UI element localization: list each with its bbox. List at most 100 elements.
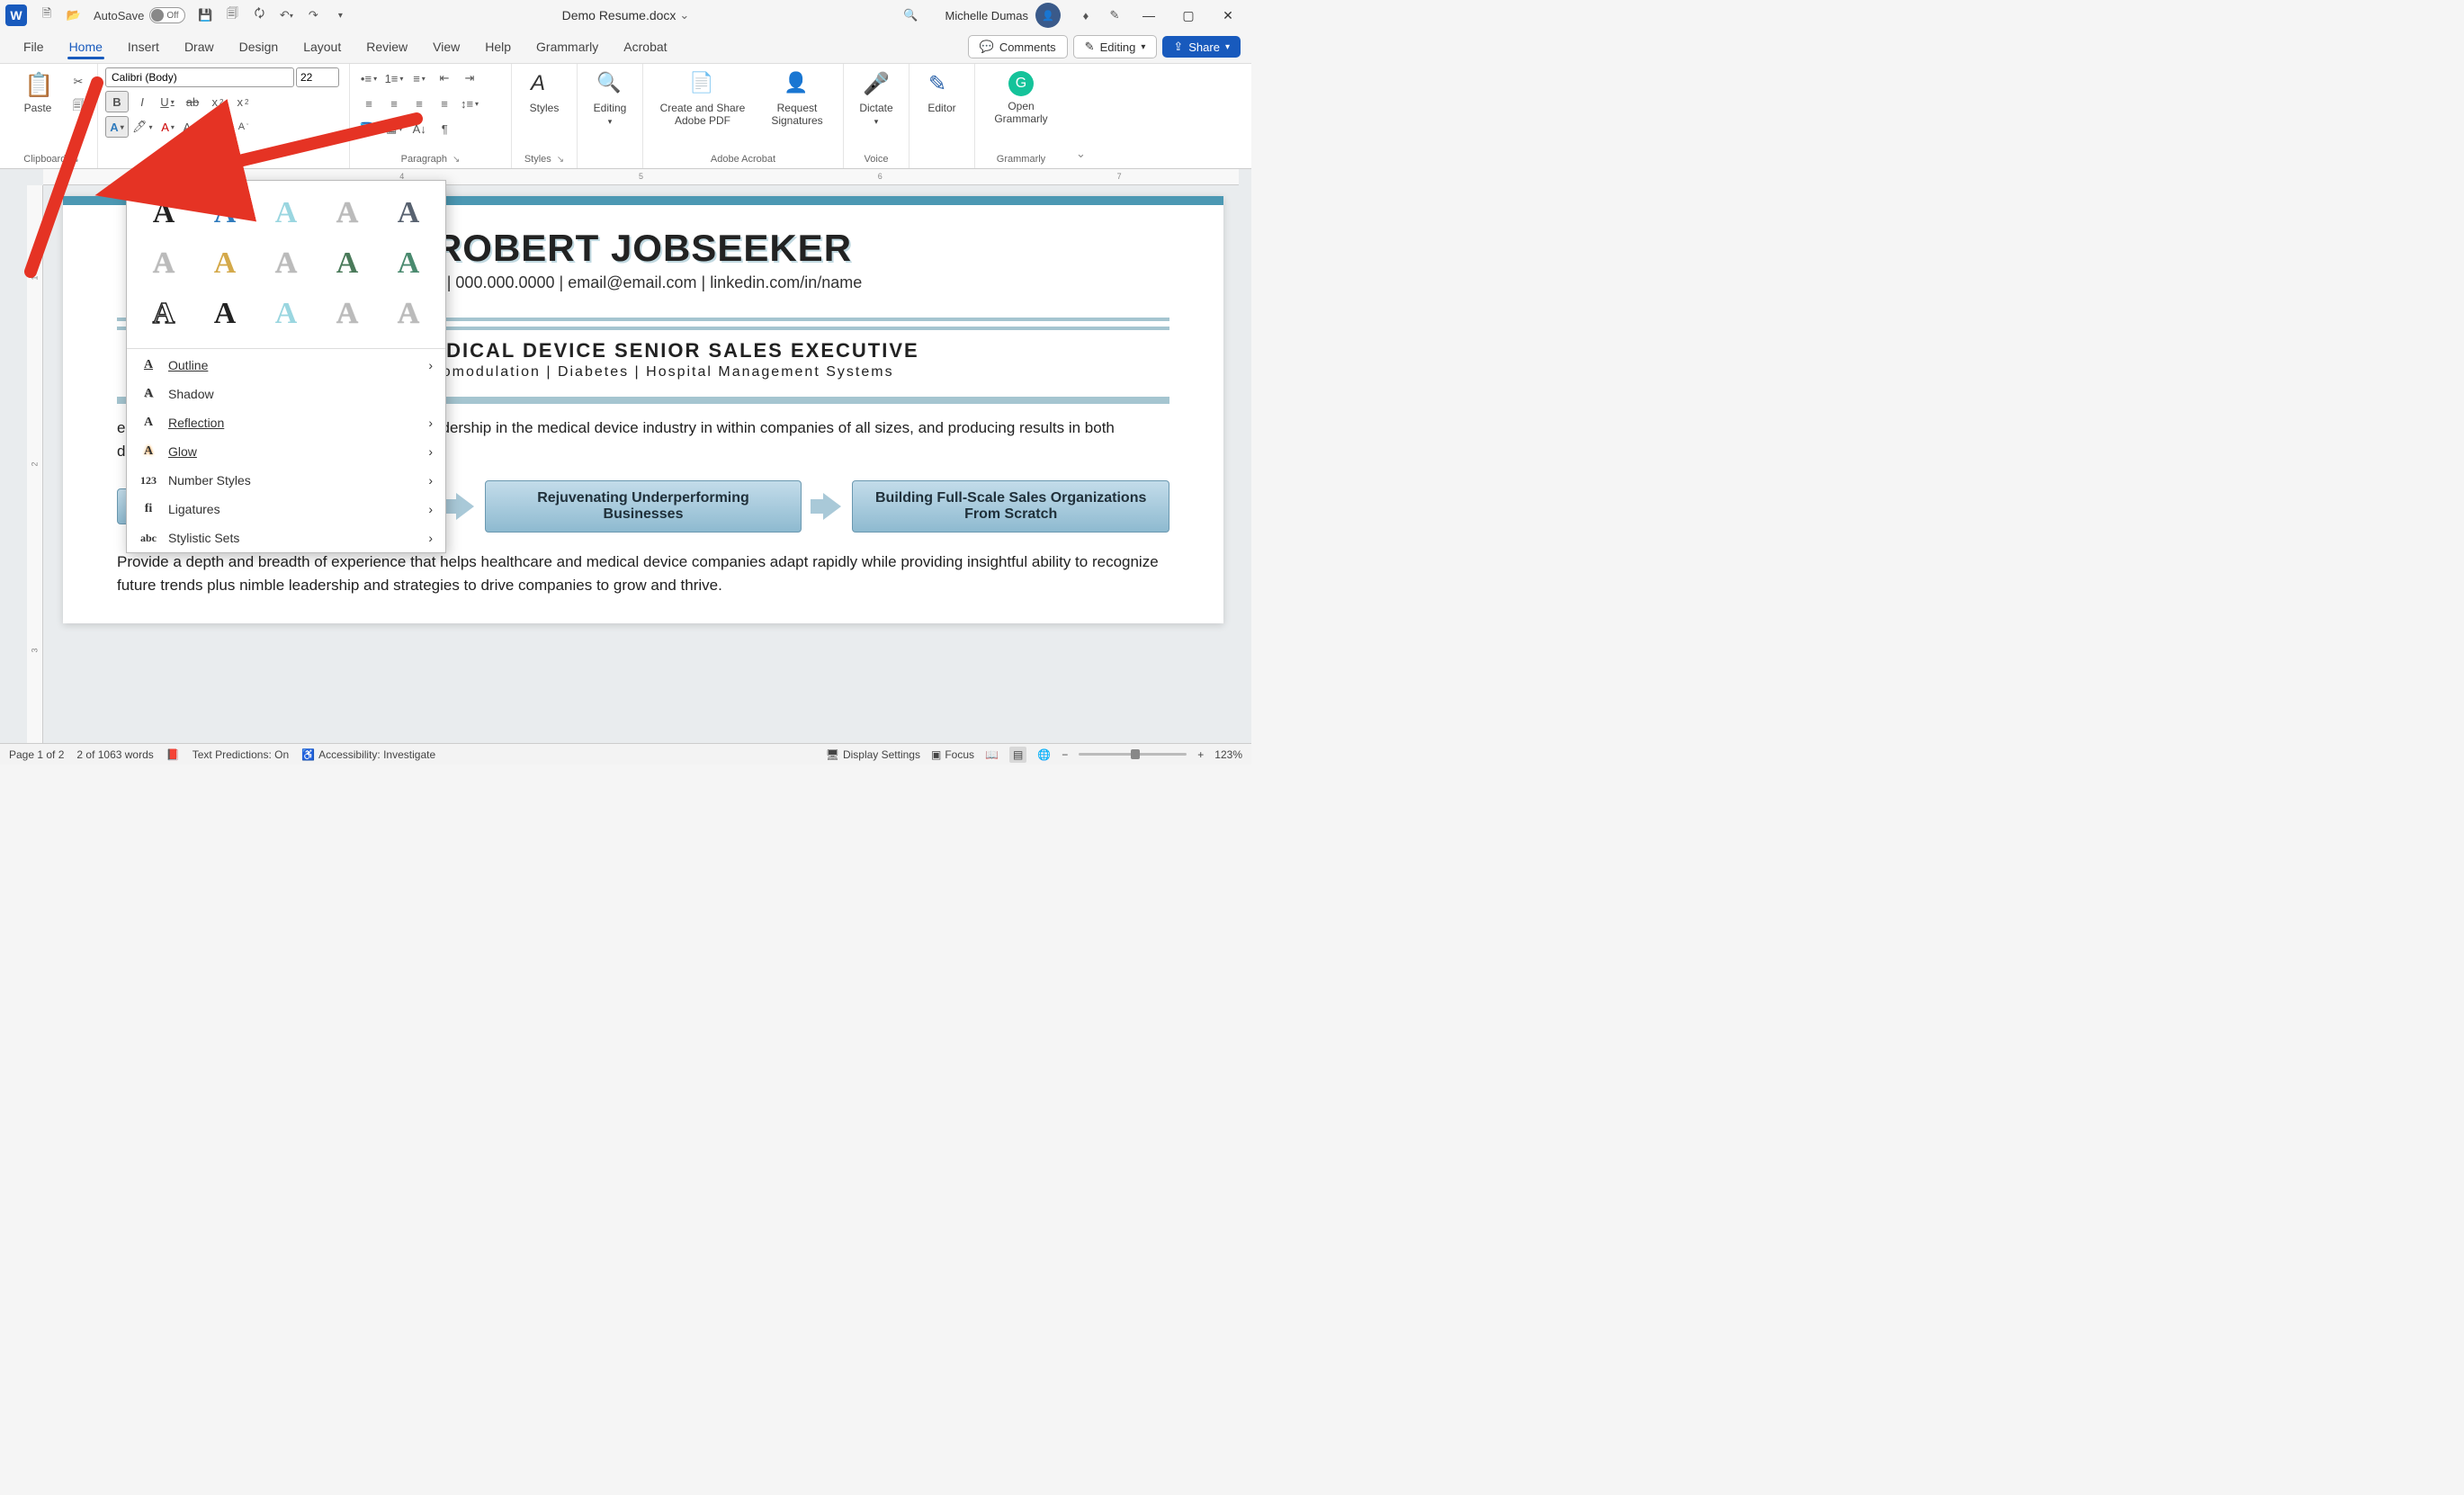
zoom-level[interactable]: 123%	[1214, 748, 1242, 761]
clipboard-dialog-launcher[interactable]: ↘	[71, 155, 78, 165]
maximize-button[interactable]: ▢	[1170, 1, 1206, 30]
request-signatures-button[interactable]: 👤 Request Signatures	[758, 67, 836, 130]
text-effect-preset[interactable]: A	[380, 190, 437, 237]
autosave-toggle[interactable]: AutoSave Off	[94, 7, 185, 23]
web-layout-view[interactable]: 🌐	[1037, 748, 1051, 761]
zoom-slider[interactable]	[1079, 753, 1187, 756]
subscript-button[interactable]: x2	[206, 91, 229, 112]
strikethrough-button[interactable]: ab	[181, 91, 204, 112]
print-layout-view[interactable]: ▤	[1009, 747, 1026, 763]
shading-button[interactable]: 🪣▾	[357, 118, 381, 139]
text-effect-preset[interactable]: A	[196, 190, 254, 237]
text-effect-preset[interactable]: A	[318, 291, 376, 337]
change-case-button[interactable]: Aa▾	[182, 116, 205, 138]
font-family-selector[interactable]	[105, 67, 294, 87]
read-mode-view[interactable]: 📖	[985, 748, 999, 761]
redo-button[interactable]: ↷	[300, 3, 326, 28]
text-effect-preset[interactable]: A	[318, 240, 376, 287]
copy-button[interactable]: 🗐	[67, 96, 90, 118]
multilevel-list-button[interactable]: ≡▾	[408, 67, 431, 89]
tab-grammarly[interactable]: Grammarly	[524, 34, 611, 59]
document-title[interactable]: Demo Resume.docx	[562, 8, 676, 22]
tab-layout[interactable]: Layout	[291, 34, 354, 59]
font-size-selector[interactable]	[296, 67, 339, 87]
close-button[interactable]: ✕	[1210, 1, 1246, 30]
align-center-button[interactable]: ≡	[382, 93, 406, 114]
resume-body-paragraph[interactable]: Provide a depth and breadth of experienc…	[63, 551, 1223, 623]
menu-item-glow[interactable]: AGlow ›	[127, 437, 445, 466]
signed-in-user[interactable]: Michelle Dumas	[945, 9, 1028, 22]
grow-font-button[interactable]: A^	[207, 116, 230, 138]
cut-button[interactable]: ✂	[67, 71, 90, 93]
borders-button[interactable]: ▦▾	[382, 118, 406, 139]
text-effect-preset[interactable]: A	[196, 291, 254, 337]
share-button[interactable]: ⇪ Share ▾	[1162, 36, 1241, 58]
editing-mode-button[interactable]: ✎ Editing ▾	[1073, 35, 1158, 58]
menu-item-shadow[interactable]: AShadow	[127, 380, 445, 408]
line-spacing-button[interactable]: ↕≡▾	[458, 93, 481, 114]
paragraph-dialog-launcher[interactable]: ↘	[452, 155, 460, 165]
text-effect-preset[interactable]: A	[380, 240, 437, 287]
text-effect-preset[interactable]: A	[380, 291, 437, 337]
collapse-ribbon-button[interactable]: ⌄	[1067, 64, 1095, 168]
display-settings[interactable]: 🖥 Display Settings	[826, 748, 920, 761]
italic-button[interactable]: I	[130, 91, 154, 112]
editor-button[interactable]: ✎ Editor	[917, 67, 967, 118]
tab-home[interactable]: Home	[57, 34, 115, 59]
tab-help[interactable]: Help	[472, 34, 524, 59]
tab-draw[interactable]: Draw	[172, 34, 227, 59]
menu-item-number-styles[interactable]: 123Number Styles ›	[127, 466, 445, 495]
callout-2[interactable]: Rejuvenating Underperforming Businesses	[485, 480, 802, 533]
tab-view[interactable]: View	[420, 34, 472, 59]
highlight-button[interactable]: 🖊▾	[130, 116, 155, 138]
new-doc-icon[interactable]: 🗎	[34, 3, 59, 28]
superscript-button[interactable]: x2	[231, 91, 255, 112]
menu-item-stylistic-sets[interactable]: abcStylistic Sets ›	[127, 524, 445, 552]
shrink-font-button[interactable]: Aˇ	[232, 116, 255, 138]
justify-button[interactable]: ≡	[433, 93, 456, 114]
align-left-button[interactable]: ≡	[357, 93, 381, 114]
tab-file[interactable]: File	[11, 34, 57, 59]
user-avatar[interactable]: 👤	[1035, 3, 1061, 28]
numbering-button[interactable]: 1≡▾	[382, 67, 406, 89]
text-effect-preset[interactable]: A	[135, 291, 193, 337]
open-folder-icon[interactable]: 📂	[61, 3, 86, 28]
paste-button[interactable]: 📋 Paste	[13, 67, 63, 118]
page-indicator[interactable]: Page 1 of 2	[9, 748, 64, 761]
qat-customize-icon[interactable]: ▾	[327, 3, 353, 28]
spellcheck-icon[interactable]: 📕	[166, 748, 180, 761]
text-effect-preset[interactable]: A	[135, 190, 193, 237]
styles-dialog-launcher[interactable]: ↘	[557, 155, 564, 165]
pen-review-icon[interactable]: ✎	[1102, 3, 1127, 28]
bullets-button[interactable]: •≡▾	[357, 67, 381, 89]
create-adobe-pdf-button[interactable]: 📄 Create and Share Adobe PDF	[650, 67, 755, 130]
menu-item-outline[interactable]: AOutline ›	[127, 351, 445, 380]
text-predictions-status[interactable]: Text Predictions: On	[193, 748, 289, 761]
word-count[interactable]: 2 of 1063 words	[76, 748, 153, 761]
accessibility-status[interactable]: ♿ Accessibility: Investigate	[301, 748, 435, 761]
text-effect-preset[interactable]: A	[257, 240, 315, 287]
text-effects-button[interactable]: A▾	[105, 116, 129, 138]
menu-item-ligatures[interactable]: fiLigatures ›	[127, 495, 445, 524]
text-effect-preset[interactable]: A	[257, 291, 315, 337]
menu-item-reflection[interactable]: AReflection ›	[127, 408, 445, 437]
font-dialog-launcher[interactable]: ↘	[232, 155, 239, 165]
tab-insert[interactable]: Insert	[115, 34, 172, 59]
tab-design[interactable]: Design	[227, 34, 291, 59]
font-color-button[interactable]: A▾	[157, 116, 180, 138]
minimize-button[interactable]: ―	[1131, 1, 1167, 30]
text-effect-preset[interactable]: A	[196, 240, 254, 287]
search-icon[interactable]: 🔍	[899, 3, 924, 28]
underline-button[interactable]: U▾	[156, 91, 179, 112]
diamond-icon[interactable]: ♦	[1073, 3, 1098, 28]
align-right-button[interactable]: ≡	[408, 93, 431, 114]
dictate-button[interactable]: 🎤 Dictate▾	[851, 67, 901, 130]
text-effect-preset[interactable]: A	[257, 190, 315, 237]
tab-review[interactable]: Review	[354, 34, 420, 59]
open-grammarly-button[interactable]: G Open Grammarly	[982, 67, 1060, 129]
text-effect-preset[interactable]: A	[318, 190, 376, 237]
sort-button[interactable]: A↓	[408, 118, 431, 139]
comments-button[interactable]: 💬 Comments	[968, 35, 1068, 58]
title-dropdown-icon[interactable]: ⌄	[679, 8, 689, 22]
print-preview-icon[interactable]: 🗐	[220, 3, 245, 28]
